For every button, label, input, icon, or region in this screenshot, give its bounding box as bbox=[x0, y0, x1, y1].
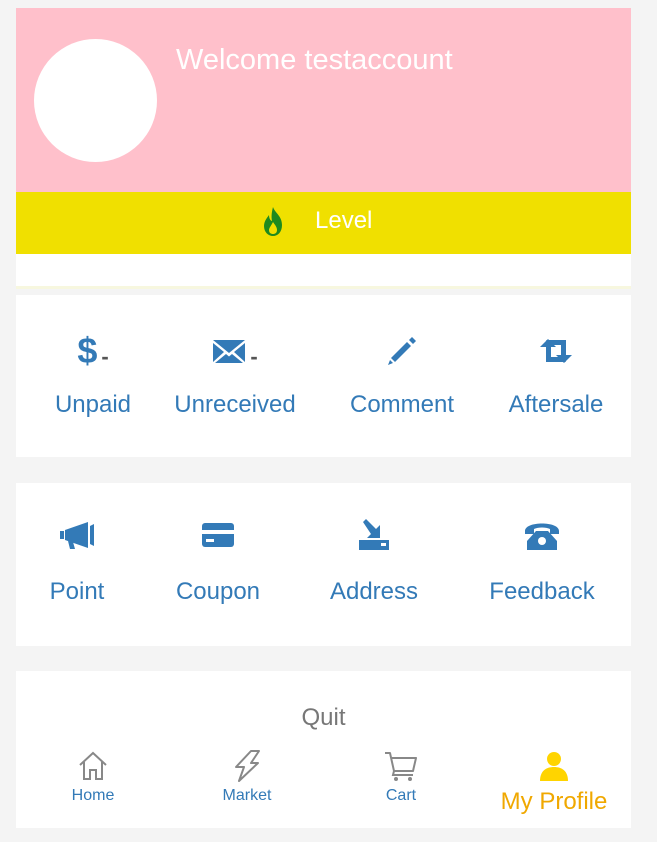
tab-my-profile[interactable]: My Profile bbox=[477, 749, 631, 819]
tab-home-label: Home bbox=[71, 787, 115, 804]
tab-my-profile-label: My Profile bbox=[500, 788, 608, 815]
point-button[interactable]: Point bbox=[0, 483, 154, 646]
unpaid-button[interactable]: $ - Unpaid bbox=[16, 295, 170, 457]
pencil-icon bbox=[325, 331, 479, 371]
retweet-icon bbox=[479, 331, 633, 371]
profile-screen: Welcome testaccount Level $ - Unpaid - U… bbox=[16, 8, 631, 828]
unreceived-count: - bbox=[250, 344, 258, 369]
credit-card-icon bbox=[141, 515, 295, 555]
dollar-icon: $ - bbox=[77, 330, 109, 371]
blank-strip bbox=[16, 254, 631, 289]
aftersale-label: Aftersale bbox=[508, 391, 604, 418]
tab-cart[interactable]: Cart bbox=[324, 749, 478, 819]
cart-icon bbox=[324, 749, 478, 783]
welcome-text: Welcome testaccount bbox=[176, 44, 453, 76]
profile-header: Welcome testaccount bbox=[16, 8, 631, 192]
feedback-label: Feedback bbox=[489, 578, 595, 605]
quit-button[interactable]: Quit bbox=[16, 704, 631, 732]
flame-icon bbox=[260, 206, 286, 238]
orders-card: $ - Unpaid - Unreceived Comment Aftersal… bbox=[16, 295, 631, 457]
level-bar[interactable]: Level bbox=[16, 192, 631, 254]
unreceived-button[interactable]: - Unreceived bbox=[158, 295, 312, 457]
quit-card: Quit Home Market Cart My Profile bbox=[16, 671, 631, 828]
avatar[interactable] bbox=[34, 39, 157, 162]
feedback-button[interactable]: Feedback bbox=[465, 483, 619, 646]
coupon-button[interactable]: Coupon bbox=[141, 483, 295, 646]
aftersale-button[interactable]: Aftersale bbox=[479, 295, 633, 457]
address-button[interactable]: Address bbox=[297, 483, 451, 646]
home-icon bbox=[16, 749, 170, 783]
level-label: Level bbox=[315, 207, 373, 234]
comment-button[interactable]: Comment bbox=[325, 295, 479, 457]
envelope-icon: - bbox=[158, 331, 312, 371]
address-label: Address bbox=[329, 578, 419, 605]
tab-cart-label: Cart bbox=[385, 787, 417, 804]
services-card: Point Coupon Address Feedback bbox=[16, 483, 631, 646]
tab-home[interactable]: Home bbox=[16, 749, 170, 819]
comment-label: Comment bbox=[349, 391, 455, 418]
unpaid-count: - bbox=[101, 344, 109, 369]
download-tray-icon bbox=[297, 515, 451, 555]
unreceived-label: Unreceived bbox=[174, 391, 296, 418]
bullhorn-icon bbox=[0, 515, 154, 555]
tab-market[interactable]: Market bbox=[170, 749, 324, 819]
tab-market-label: Market bbox=[222, 787, 272, 804]
coupon-label: Coupon bbox=[175, 578, 261, 605]
user-icon bbox=[477, 749, 631, 783]
lightning-icon bbox=[170, 749, 324, 783]
phone-icon bbox=[465, 515, 619, 555]
